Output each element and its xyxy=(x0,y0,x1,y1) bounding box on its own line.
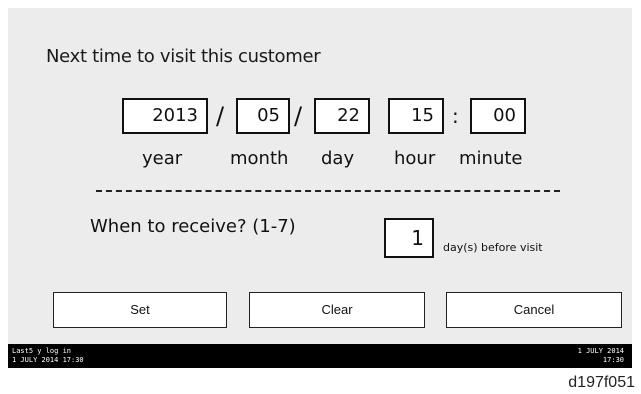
set-button[interactable]: Set xyxy=(53,292,227,328)
hour-label: hour xyxy=(394,148,436,169)
current-time: 17:30 xyxy=(602,356,624,364)
receive-label: When to receive? (1-7) xyxy=(90,216,296,237)
date-separator-2: / xyxy=(294,102,303,130)
figure-id-label: d197f051 xyxy=(568,374,635,391)
hour-field[interactable]: 15 xyxy=(388,98,444,134)
current-datetime: 1 JULY 2014 17:30 xyxy=(578,347,624,365)
year-field[interactable]: 2013 xyxy=(122,98,208,134)
minute-field[interactable]: 00 xyxy=(470,98,526,134)
month-label: month xyxy=(230,148,289,169)
divider-line xyxy=(96,190,560,192)
time-separator: : xyxy=(452,104,459,128)
receive-days-field[interactable]: 1 xyxy=(384,218,434,258)
year-label: year xyxy=(142,148,183,169)
clear-button[interactable]: Clear xyxy=(249,292,425,328)
day-label: day xyxy=(321,148,355,169)
current-date: 1 JULY 2014 xyxy=(577,347,624,355)
last-login-info: Last5 y log in 1 JULY 2014 17:30 xyxy=(12,347,84,365)
last-login-time: 1 JULY 2014 17:30 xyxy=(12,356,84,364)
status-bar: Last5 y log in 1 JULY 2014 17:30 1 JULY … xyxy=(8,344,632,368)
day-field[interactable]: 22 xyxy=(314,98,370,134)
last-login-label: Last5 y log in xyxy=(12,347,72,355)
minute-label: minute xyxy=(459,148,523,169)
month-field[interactable]: 05 xyxy=(236,98,290,134)
prompt-title: Next time to visit this customer xyxy=(46,46,321,67)
visit-schedule-screen: Next time to visit this customer 2013 / … xyxy=(8,8,632,344)
cancel-button[interactable]: Cancel xyxy=(446,292,622,328)
receive-suffix: day(s) before visit xyxy=(443,241,543,254)
date-separator-1: / xyxy=(216,102,225,130)
